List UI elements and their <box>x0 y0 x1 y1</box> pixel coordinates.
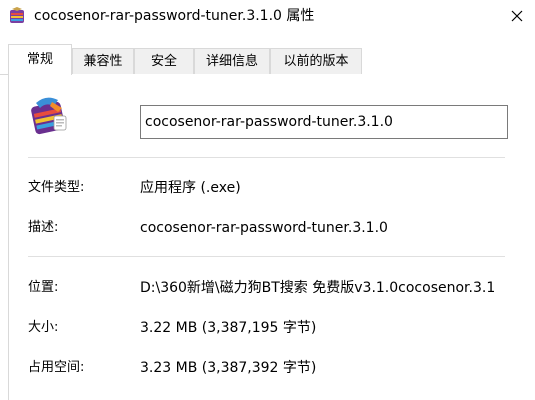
tab-strip: 常规 兼容性 安全 详细信息 以前的版本 <box>0 44 535 75</box>
size-value: 3.22 MB (3,387,195 字节) <box>140 320 317 336</box>
location-label: 位置: <box>28 280 59 295</box>
description-value: cocosenor-rar-password-tuner.3.1.0 <box>140 220 388 236</box>
window-title: cocosenor-rar-password-tuner.3.1.0 属性 <box>34 8 315 24</box>
description-label: 描述: <box>28 220 59 235</box>
winrar-icon <box>8 7 26 25</box>
title-bar: cocosenor-rar-password-tuner.3.1.0 属性 <box>0 0 535 36</box>
tab-security[interactable]: 安全 <box>134 48 194 74</box>
file-name-field[interactable] <box>140 105 508 139</box>
size-label: 大小: <box>28 320 59 335</box>
tab-compatibility[interactable]: 兼容性 <box>72 48 134 74</box>
winrar-icon <box>28 94 70 136</box>
file-type-value: 应用程序 (.exe) <box>140 180 241 196</box>
separator <box>28 256 505 257</box>
tab-details[interactable]: 详细信息 <box>194 48 270 74</box>
close-button[interactable] <box>499 0 535 32</box>
file-type-label: 文件类型: <box>28 180 85 195</box>
size-on-disk-label: 占用空间: <box>28 360 85 375</box>
location-value: D:\360新增\磁力狗BT搜索 免费版v3.1.0cocosenor.3.1 <box>140 280 496 296</box>
separator <box>28 157 505 158</box>
close-icon[interactable] <box>511 7 523 26</box>
tab-general[interactable]: 常规 <box>8 44 72 75</box>
tab-previous-versions[interactable]: 以前的版本 <box>270 48 362 74</box>
size-on-disk-value: 3.23 MB (3,387,392 字节) <box>140 360 317 376</box>
